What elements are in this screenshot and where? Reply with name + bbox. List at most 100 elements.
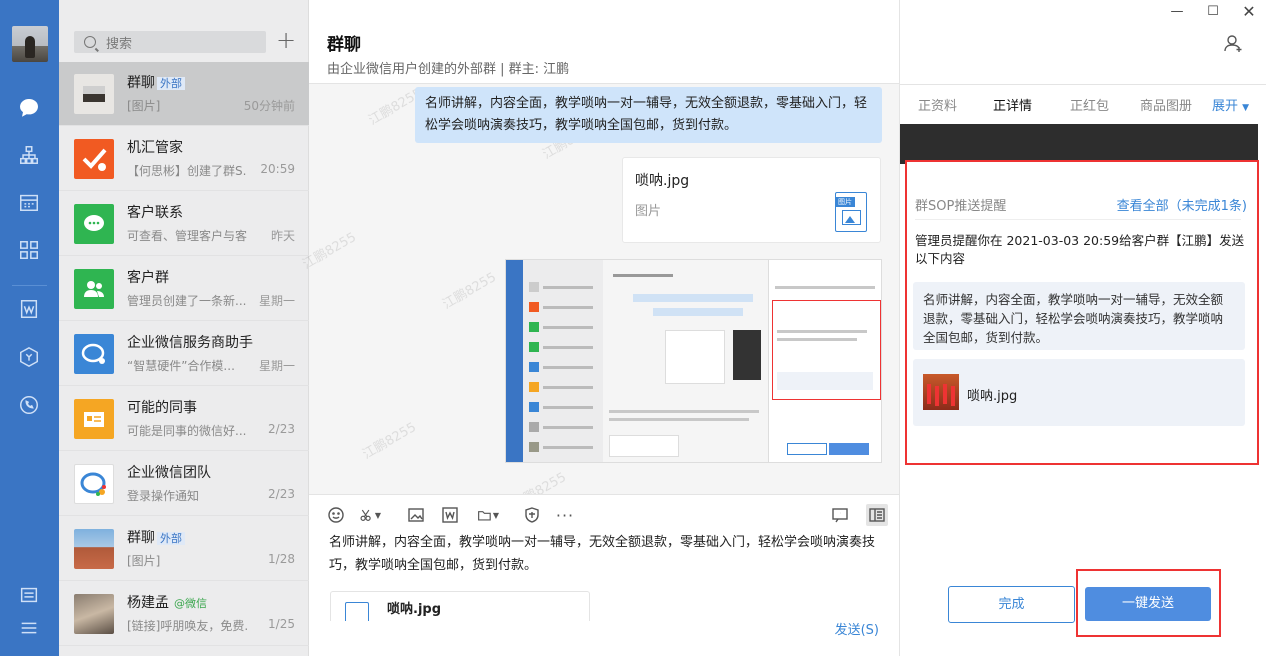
conversation-preview: [图片]	[127, 554, 161, 568]
conversation-name: 客户联系	[127, 205, 183, 221]
conversation-name: 可能的同事	[127, 400, 197, 416]
draft-text[interactable]: 名师讲解，内容全面，教学唢呐一对一辅导，无效全额退款，零基础入门，轻松学会唢呐演…	[329, 531, 889, 577]
folder-icon[interactable]: ▼	[477, 504, 499, 526]
phone-icon[interactable]	[17, 393, 41, 417]
sop-title: 群SOP推送提醒	[915, 199, 1007, 214]
side-panel-icon[interactable]	[866, 504, 888, 526]
conversation-preview: 登录操作通知	[127, 489, 200, 503]
cube-icon[interactable]	[17, 345, 41, 369]
service-helper-icon	[74, 334, 114, 374]
one-click-send-button[interactable]: 一键发送	[1085, 587, 1211, 621]
doc-icon[interactable]	[17, 297, 41, 321]
image-thumbnail	[923, 374, 959, 410]
conversation-preview: 可能是同事的微信好...	[127, 424, 247, 438]
conversation-time: 2/23	[268, 422, 295, 436]
conversation-item[interactable]: 客户群 管理员创建了一条新... 星期一	[59, 257, 309, 321]
conversation-preview: 可查看、管理客户与客...	[127, 229, 247, 243]
chat-header: 群聊 由企业微信用户创建的外部群 | 群主: 江鹏	[309, 0, 899, 84]
conversation-time: 20:59	[260, 162, 295, 176]
close-icon[interactable]: ✕	[1241, 4, 1257, 20]
file-message[interactable]: 唢呐.jpg 图片 图片	[622, 157, 881, 243]
org-chart-icon[interactable]	[17, 143, 41, 167]
external-tag: 外部	[157, 77, 185, 90]
conversation-item[interactable]: 群聊 外部 [图片] 50分钟前	[59, 62, 309, 126]
file-icon	[345, 602, 369, 621]
conversation-preview: 【何思彬】创建了群S...	[127, 164, 247, 178]
conversation-name: 群聊	[127, 75, 155, 91]
watermark: 江鹏8255	[360, 419, 419, 463]
shield-icon[interactable]	[521, 504, 543, 526]
tab-profile[interactable]: 正资料	[918, 95, 957, 114]
conversation-name: 群聊	[127, 530, 155, 546]
settings-icon[interactable]	[17, 583, 41, 607]
wecom-team-icon	[74, 464, 114, 504]
user-avatar[interactable]	[12, 26, 48, 62]
conversation-item[interactable]: 企业微信服务商助手 “智慧硬件”合作模... 星期一	[59, 322, 309, 386]
chevron-down-icon: ▼	[1242, 103, 1250, 113]
sop-file-name: 唢呐.jpg	[967, 389, 1018, 404]
search-placeholder: 搜索	[106, 36, 133, 52]
chat-bubble-icon	[74, 204, 114, 244]
tab-product-album[interactable]: 商品图册	[1140, 95, 1192, 114]
conversation-name: 企业微信服务商助手	[127, 335, 253, 351]
conversation-name: 杨建孟	[127, 595, 169, 611]
file-icon-label: 图片	[835, 197, 855, 207]
group-avatar	[74, 74, 114, 114]
done-button[interactable]: 完成	[948, 586, 1075, 623]
minimize-icon[interactable]: —	[1169, 4, 1185, 20]
view-all-link[interactable]: 查看全部（未完成1条)	[1117, 195, 1247, 214]
conversation-preview: [图片]	[127, 99, 161, 113]
conversation-name: 机汇管家	[127, 140, 183, 156]
screenshot-scissors-icon[interactable]: ▼	[359, 504, 381, 526]
conversation-item[interactable]: 杨建孟 @微信 [链接]呼朋唤友，免费... 1/25	[59, 582, 309, 646]
conversation-item[interactable]: 企业微信团队 登录操作通知 2/23	[59, 452, 309, 516]
sop-file-content[interactable]: 唢呐.jpg	[913, 359, 1245, 426]
chat-panel: 群聊 由企业微信用户创建的外部群 | 群主: 江鹏 江鹏8255 江鹏8255 …	[300, 0, 899, 656]
word-doc-icon[interactable]	[439, 504, 461, 526]
message-bubble[interactable]: 名师讲解，内容全面，教学唢呐一对一辅导，无效全额退款，零基础入门，轻松学会唢呐演…	[415, 87, 882, 143]
rail-divider	[12, 285, 47, 286]
conversation-preview: [链接]呼朋唤友，免费...	[127, 619, 247, 633]
conversation-item[interactable]: 可能的同事 可能是同事的微信好... 2/23	[59, 387, 309, 451]
conversation-time: 昨天	[270, 229, 295, 243]
quote-icon[interactable]	[829, 504, 851, 526]
menu-icon[interactable]	[17, 616, 41, 640]
conversation-time: 1/28	[268, 552, 295, 566]
tab-details[interactable]: 正详情	[993, 95, 1032, 114]
conversation-time: 星期一	[258, 294, 295, 308]
search-input[interactable]: 搜索	[74, 31, 266, 53]
sidebar-panel: — ☐ ✕ 正资料 正详情 正红包 商品图册 展开 ▼ 群SOP推送提醒 查看全…	[899, 0, 1266, 656]
sop-description: 管理员提醒你在 2021-03-03 20:59给客户群【江鹏】发送以下内容	[915, 233, 1245, 266]
conversation-item[interactable]: 客户联系 可查看、管理客户与客... 昨天	[59, 192, 309, 256]
draft-file-attachment[interactable]: 唢呐.jpg	[330, 591, 590, 621]
message-icon[interactable]	[17, 96, 41, 120]
expand-button[interactable]: 展开 ▼	[1212, 95, 1249, 114]
image-icon[interactable]	[405, 504, 427, 526]
image-file-icon: 图片	[835, 192, 867, 232]
conversation-time: 星期一	[258, 359, 295, 373]
conversation-item[interactable]: 机汇管家 【何思彬】创建了群S... 20:59	[59, 127, 309, 191]
expand-label: 展开	[1212, 99, 1239, 114]
screenshot-image-message[interactable]	[505, 259, 882, 463]
external-tag: 外部	[157, 532, 185, 545]
conversation-item[interactable]: 群聊 外部 [图片] 1/28	[59, 517, 309, 581]
maximize-icon[interactable]: ☐	[1205, 4, 1221, 20]
conversation-time: 1/25	[268, 617, 295, 631]
add-member-icon[interactable]	[1222, 32, 1244, 54]
emoji-icon[interactable]	[325, 504, 347, 526]
apps-icon[interactable]	[17, 238, 41, 262]
calendar-icon[interactable]	[17, 190, 41, 214]
file-type: 图片	[635, 204, 662, 219]
conversation-name: 客户群	[127, 270, 169, 286]
sop-reminder-card: 群SOP推送提醒 查看全部（未完成1条) 管理员提醒你在 2021-03-03 …	[905, 160, 1259, 465]
conversation-name: 企业微信团队	[127, 465, 211, 481]
divider	[915, 219, 1241, 220]
sop-text-content[interactable]: 名师讲解，内容全面，教学唢呐一对一辅导，无效全额退款，零基础入门，轻松学会唢呐演…	[913, 282, 1245, 350]
add-icon[interactable]: +	[275, 28, 297, 52]
send-button[interactable]: 发送(S)	[835, 619, 879, 638]
more-icon[interactable]: ···	[554, 504, 576, 526]
chat-subtitle: 由企业微信用户创建的外部群 | 群主: 江鹏	[327, 62, 570, 77]
watermark: 江鹏8255	[440, 269, 499, 313]
tab-red-packet[interactable]: 正红包	[1070, 95, 1109, 114]
colleague-card-icon	[74, 399, 114, 439]
